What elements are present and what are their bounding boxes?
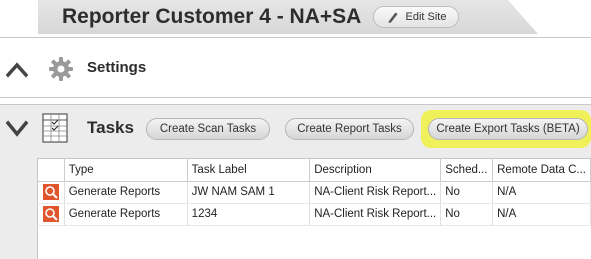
cell-task-label: JW NAM SAM 1 (187, 181, 311, 204)
table-header-row: Type Task Label Description Sched... Rem… (38, 159, 591, 182)
report-icon (42, 206, 59, 222)
table-row[interactable]: Generate Reports 1234 NA-Client Risk Rep… (38, 203, 591, 226)
cell-sched: No (440, 203, 494, 226)
cell-task-label: 1234 (187, 203, 311, 226)
cell-description: NA-Client Risk Report... (309, 203, 442, 226)
row-icon-cell (38, 181, 65, 204)
cell-sched: No (440, 181, 494, 204)
column-header-type[interactable]: Type (64, 159, 188, 182)
cell-description: NA-Client Risk Report... (309, 181, 442, 204)
chevron-up-icon[interactable] (6, 58, 28, 80)
edit-site-label: Edit Site (405, 11, 447, 23)
spreadsheet-icon (42, 113, 68, 143)
gear-icon (49, 57, 73, 81)
column-header-remote-data[interactable]: Remote Data C... (492, 159, 591, 182)
report-icon (42, 184, 59, 200)
column-header-description[interactable]: Description (309, 159, 442, 182)
icon-column-header[interactable] (38, 159, 65, 182)
cell-remote-data: N/A (492, 181, 591, 204)
site-title: Reporter Customer 4 - NA+SA (62, 5, 362, 28)
site-header: Reporter Customer 4 - NA+SA Edit Site (0, 0, 591, 36)
cell-type: Generate Reports (64, 203, 188, 226)
cell-type: Generate Reports (64, 181, 188, 204)
cell-remote-data: N/A (492, 203, 591, 226)
table-row[interactable]: Generate Reports JW NAM SAM 1 NA-Client … (38, 181, 591, 204)
column-header-sched[interactable]: Sched... (440, 159, 494, 182)
create-scan-tasks-button[interactable]: Create Scan Tasks (146, 118, 270, 140)
chevron-down-icon[interactable] (6, 118, 28, 140)
pencil-icon (388, 12, 398, 23)
column-header-task-label[interactable]: Task Label (187, 159, 311, 182)
create-report-tasks-button[interactable]: Create Report Tasks (285, 118, 414, 140)
row-icon-cell (38, 203, 65, 226)
tasks-label: Tasks (87, 118, 134, 137)
tasks-table: Type Task Label Description Sched... Rem… (37, 158, 591, 259)
settings-label: Settings (87, 59, 147, 76)
edit-site-button[interactable]: Edit Site (373, 6, 459, 28)
create-export-tasks-button[interactable]: Create Export Tasks (BETA) (428, 118, 588, 140)
